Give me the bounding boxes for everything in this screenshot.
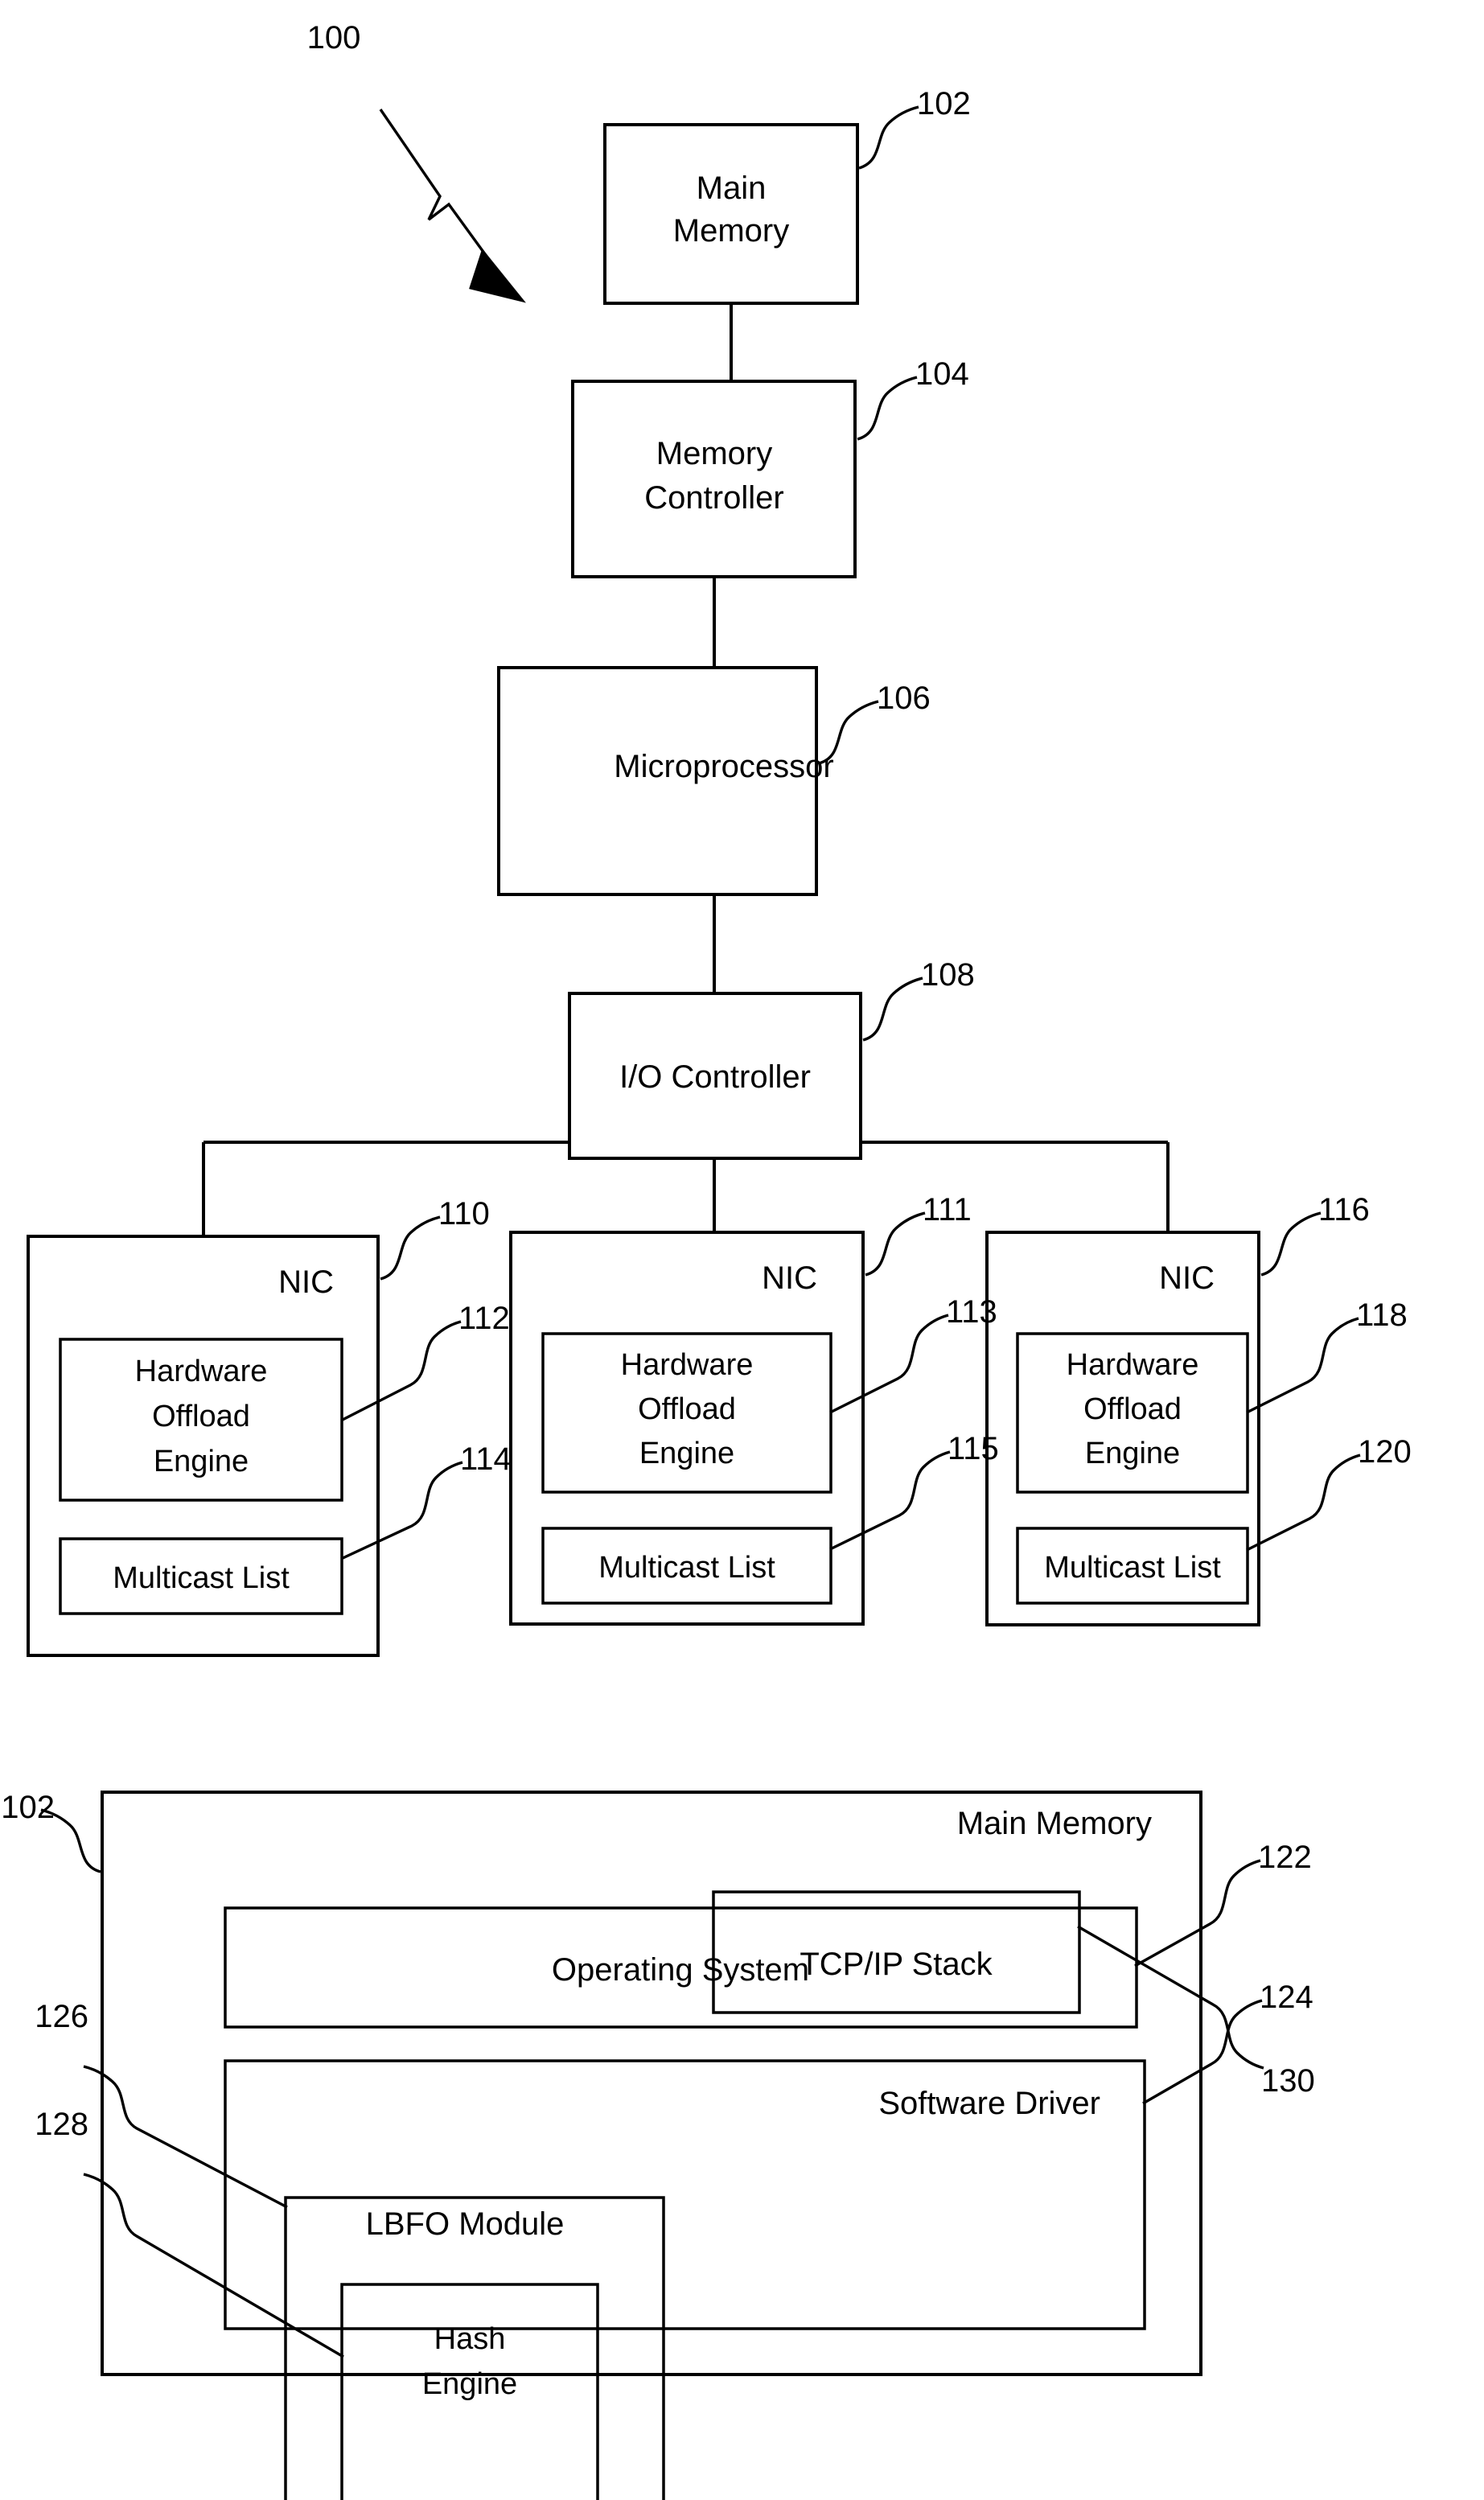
ref-120-leader <box>1246 1454 1361 1552</box>
ref-115: 115 <box>948 1431 999 1466</box>
ref-104-leader <box>857 376 918 441</box>
nic-3-offload-line2: Offload <box>1083 1392 1182 1426</box>
ref-110-leader <box>380 1215 441 1281</box>
microprocessor-label: Microprocessor <box>614 749 833 784</box>
nic-3-group: NIC 116 Hardware Offload Engine 118 Mult… <box>985 1192 1412 1626</box>
nic-2-title: NIC <box>762 1260 817 1296</box>
nic-3-title: NIC <box>1159 1260 1215 1296</box>
nic-3-offload-line3: Engine <box>1085 1437 1180 1470</box>
ref-115-leader <box>829 1450 951 1551</box>
ref-106: 106 <box>877 681 931 716</box>
ref-102-top: 102 <box>917 86 971 121</box>
ref-111: 111 <box>923 1192 972 1227</box>
nic-1-offload-line1: Hardware <box>135 1355 268 1388</box>
ref-118: 118 <box>1356 1297 1408 1333</box>
ref-111-leader <box>865 1211 926 1277</box>
nic-1-title: NIC <box>278 1264 334 1300</box>
ref-108-leader <box>862 977 923 1042</box>
nic-1-group: NIC 110 Hardware Offload Engine 112 Mult… <box>27 1196 512 1657</box>
nic-1-multicast-label: Multicast List <box>113 1561 290 1595</box>
main-memory-detail-box <box>101 1791 1202 2376</box>
ref-130: 130 <box>1261 2063 1315 2099</box>
ref-112-leader <box>340 1320 462 1422</box>
memory-controller-label-line2: Controller <box>644 480 783 516</box>
nic-1-offload-line2: Offload <box>152 1400 250 1433</box>
ref-110: 110 <box>438 1196 490 1231</box>
ref-108: 108 <box>921 957 975 993</box>
ref-130-leader-real <box>1077 1925 1264 2070</box>
nic-2-offload-line2: Offload <box>638 1392 736 1426</box>
main-memory-label-line1: Main <box>697 171 767 206</box>
ref-126: 126 <box>35 1999 88 2034</box>
memory-controller-label-line1: Memory <box>656 436 772 471</box>
ref-102-leader <box>858 105 919 170</box>
nic-2-multicast-label: Multicast List <box>598 1551 775 1585</box>
ref-126-leader <box>83 2065 288 2209</box>
io-bus <box>202 1141 1170 1236</box>
figure-drawing: 100 Main Memory 102 Memory Controller 10… <box>1 20 1412 2500</box>
ref-124: 124 <box>1260 1980 1313 2015</box>
ref-122-leader <box>1134 1859 1261 1968</box>
ref-113-leader <box>829 1314 949 1414</box>
nic-3-offload-line1: Hardware <box>1067 1348 1199 1382</box>
ref-116-leader <box>1260 1211 1322 1277</box>
nic-2-offload-line3: Engine <box>639 1437 734 1470</box>
tcpip-stack-label: TCP/IP Stack <box>800 1947 993 1982</box>
ref-113: 113 <box>946 1294 997 1330</box>
ref-102-detail: 102 <box>1 1790 55 1825</box>
ref-128: 128 <box>35 2107 88 2142</box>
ref-118-leader <box>1246 1317 1359 1414</box>
system-reference-arrow <box>379 109 526 303</box>
nic-1-offload-line3: Engine <box>154 1445 249 1478</box>
hash-engine-line2: Engine <box>422 2367 517 2401</box>
memory-controller-box <box>571 380 857 578</box>
software-driver-label: Software Driver <box>878 2086 1100 2121</box>
lbfo-module-label: LBFO Module <box>366 2206 565 2242</box>
patent-figure-page: 100 Main Memory 102 Memory Controller 10… <box>0 0 1484 2500</box>
ref-120: 120 <box>1358 1434 1412 1470</box>
ref-112: 112 <box>458 1301 510 1336</box>
main-memory-label-line2: Memory <box>673 213 789 249</box>
ref-122: 122 <box>1258 1840 1312 1875</box>
hash-engine-line1: Hash <box>434 2322 506 2356</box>
ref-104: 104 <box>915 356 969 392</box>
nic-3-multicast-label: Multicast List <box>1044 1551 1221 1585</box>
ref-114-leader <box>340 1461 463 1560</box>
nic-2-offload-line1: Hardware <box>621 1348 754 1382</box>
ref-116: 116 <box>1318 1192 1370 1227</box>
ref-100: 100 <box>307 20 361 56</box>
io-controller-label: I/O Controller <box>619 1059 811 1095</box>
main-memory-detail-title: Main Memory <box>957 1806 1152 1841</box>
operating-system-label: Operating System <box>552 1952 809 1988</box>
ref-114: 114 <box>460 1441 512 1477</box>
nic-2-group: NIC 111 Hardware Offload Engine 113 Mult… <box>509 1192 999 1626</box>
